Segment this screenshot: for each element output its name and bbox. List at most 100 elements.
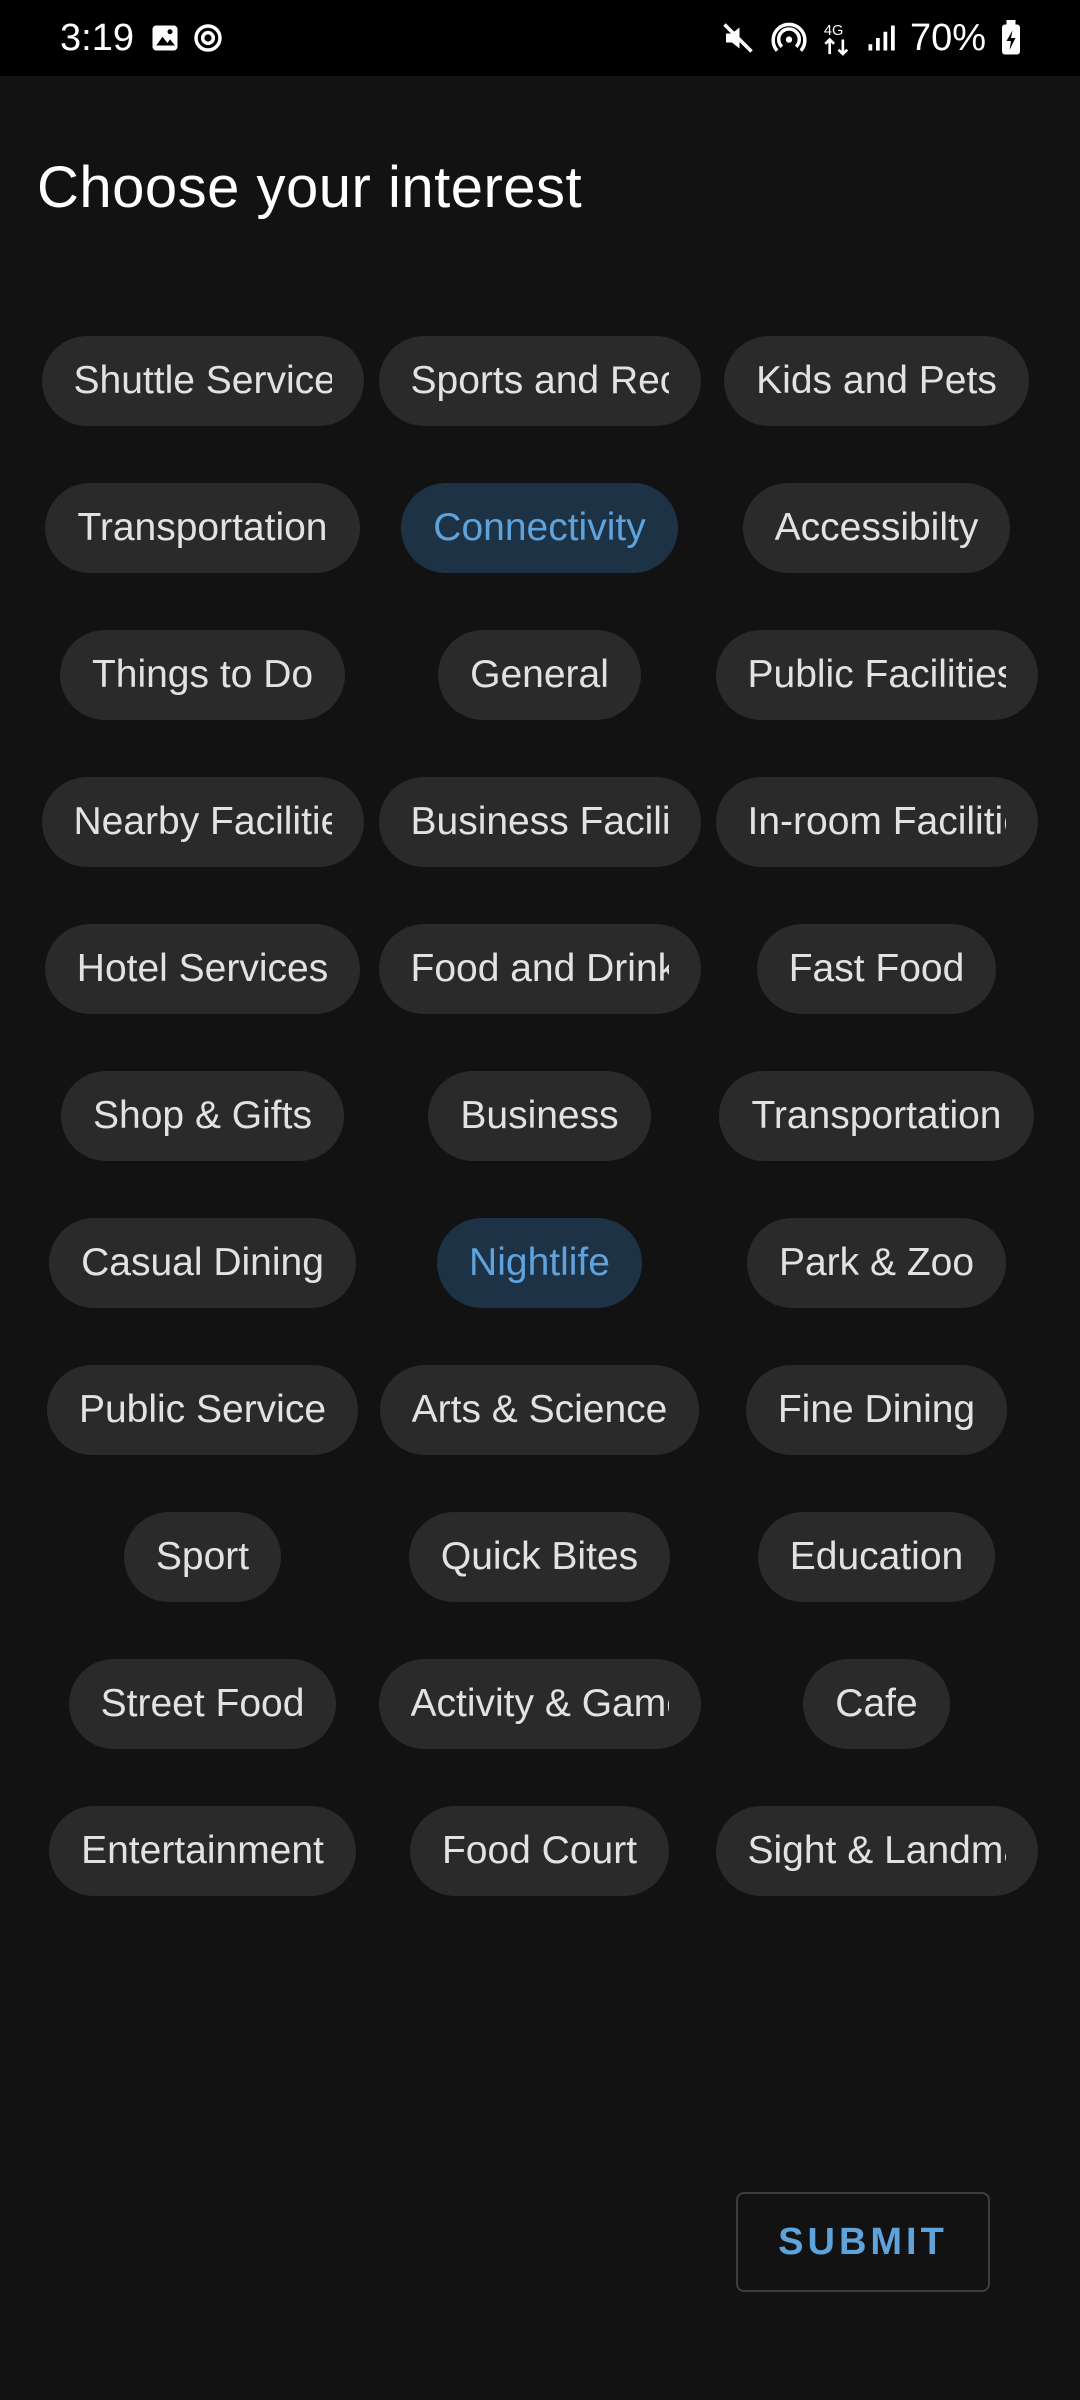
page-title: Choose your interest [37,155,583,220]
interest-chip-label: Sight & Landmark [747,1829,1006,1872]
chip-cell: Hotel Services [34,924,371,1014]
status-time: 3:19 [60,17,134,59]
interest-chip[interactable]: Quick Bites [408,1512,671,1602]
interest-chip[interactable]: Fine Dining [745,1365,1008,1455]
interest-chip[interactable]: Nightlife [437,1218,642,1308]
chip-cell: Food and Drink [371,924,708,1014]
interest-chip[interactable]: Sight & Landmark [715,1806,1038,1896]
interest-chip[interactable]: Education [757,1512,996,1602]
interest-chip-label: Business Facilities [410,800,669,843]
status-bar: 3:19 4G 70% [0,0,1080,76]
interest-chip-label: Education [789,1535,964,1578]
interest-chip-label: Sport [155,1535,250,1578]
interest-chip[interactable]: Shuttle Service [41,336,364,426]
interest-chip-label: Quick Bites [440,1535,639,1578]
interest-chip-label: Connectivity [433,506,646,549]
interest-chip[interactable]: Food and Drink [378,924,701,1014]
interest-chip[interactable]: Public Service [46,1365,359,1455]
chip-row: Shuttle Service Sports and Recreation Kids… [34,336,1046,426]
image-icon [150,23,180,58]
interest-chip[interactable]: Accessibilty [742,483,1011,573]
chip-cell: Park & Zoo [708,1218,1045,1308]
chip-cell: Education [708,1512,1045,1602]
chip-cell: Shuttle Service [34,336,371,426]
interest-chip-label: Nearby Facilities [73,800,332,843]
chip-row: Things to Do General Public Facilities [34,630,1046,720]
interest-chip[interactable]: Business [428,1071,651,1161]
interest-chip[interactable]: Cafe [803,1659,950,1749]
interest-chip[interactable]: Things to Do [59,630,346,720]
status-right-icons: 4G 70% [720,16,1022,60]
interest-chip[interactable]: Casual Dining [49,1218,356,1308]
chip-row: Hotel Services Food and Drink Fast Food [34,924,1046,1014]
interest-chip-label: In-room Facilities [747,800,1006,843]
interest-chip[interactable]: Fast Food [756,924,997,1014]
chip-row: Casual Dining Nightlife Park & Zoo [34,1218,1046,1308]
interest-chip[interactable]: Sports and Recreation [378,336,701,426]
interest-chip-label: Transportation [751,1094,1002,1137]
sync-icon [192,22,224,59]
interest-chip[interactable]: Entertainment [49,1806,356,1896]
interest-chip-grid: Shuttle Service Sports and Recreation Kids… [34,336,1046,1953]
interest-chip-label: Activity & Games [410,1682,669,1725]
interest-chip[interactable]: Kids and Pets [724,336,1029,426]
hotspot-icon [770,19,808,57]
interest-chip[interactable]: Shop & Gifts [61,1071,344,1161]
interest-chip[interactable]: Connectivity [401,483,678,573]
interest-chip-label: Fast Food [788,947,965,990]
chip-cell: Public Service [34,1365,371,1455]
interest-chip[interactable]: Transportation [45,483,360,573]
submit-button[interactable]: SUBMIT [736,2192,990,2292]
interest-chip-label: Food and Drink [410,947,669,990]
chip-row: Transportation Connectivity Accessibilty [34,483,1046,573]
chip-cell: Connectivity [371,483,708,573]
interest-chip[interactable]: Park & Zoo [746,1218,1007,1308]
battery-percent: 70% [909,17,986,59]
interest-chip-label: Sports and Recreation [410,359,669,402]
interest-chip-label: Shuttle Service [73,359,332,402]
chip-row: Entertainment Food Court Sight & Landmark [34,1806,1046,1896]
interest-chip[interactable]: Public Facilities [715,630,1038,720]
mute-icon [720,20,756,56]
chip-cell: Arts & Science [371,1365,708,1455]
interest-chip-label: Food Court [441,1829,638,1872]
interest-chip-label: Park & Zoo [778,1241,975,1284]
interest-chip[interactable]: Street Food [68,1659,337,1749]
interest-chip-label: Casual Dining [81,1241,324,1284]
interest-chip[interactable]: Nearby Facilities [41,777,364,867]
status-left-icons [150,22,224,59]
interest-chip[interactable]: Hotel Services [44,924,361,1014]
interest-chip-label: Transportation [77,506,328,549]
chip-cell: Business [371,1071,708,1161]
chip-cell: Sight & Landmark [708,1806,1045,1896]
interest-chip-label: Nightlife [469,1241,610,1284]
battery-icon [1000,20,1022,56]
chip-row: Street Food Activity & Games Cafe [34,1659,1046,1749]
interest-chip-label: Accessibilty [774,506,979,549]
chip-cell: Quick Bites [371,1512,708,1602]
interest-chip[interactable]: General [438,630,641,720]
chip-cell: Public Facilities [708,630,1045,720]
interest-chip-label: Entertainment [81,1829,324,1872]
chip-row: Nearby Facilities Business Facilities In-r… [34,777,1046,867]
interest-chip[interactable]: Business Facilities [378,777,701,867]
chip-row: Shop & Gifts Business Transportation [34,1071,1046,1161]
interest-chip[interactable]: Activity & Games [378,1659,701,1749]
chip-cell: Street Food [34,1659,371,1749]
chip-cell: General [371,630,708,720]
interest-chip-label: Hotel Services [76,947,329,990]
interest-chip[interactable]: Transportation [719,1071,1034,1161]
chip-cell: Fast Food [708,924,1045,1014]
chip-cell: Shop & Gifts [34,1071,371,1161]
chip-cell: Cafe [708,1659,1045,1749]
interest-chip-label: Street Food [100,1682,305,1725]
chip-cell: Food Court [371,1806,708,1896]
chip-cell: Nearby Facilities [34,777,371,867]
signal-icon [866,21,896,55]
interest-chip-label: Cafe [835,1682,918,1725]
interest-chip[interactable]: In-room Facilities [715,777,1038,867]
interest-chip-label: Shop & Gifts [93,1094,312,1137]
interest-chip[interactable]: Food Court [409,1806,670,1896]
interest-chip[interactable]: Arts & Science [379,1365,700,1455]
interest-chip[interactable]: Sport [123,1512,282,1602]
